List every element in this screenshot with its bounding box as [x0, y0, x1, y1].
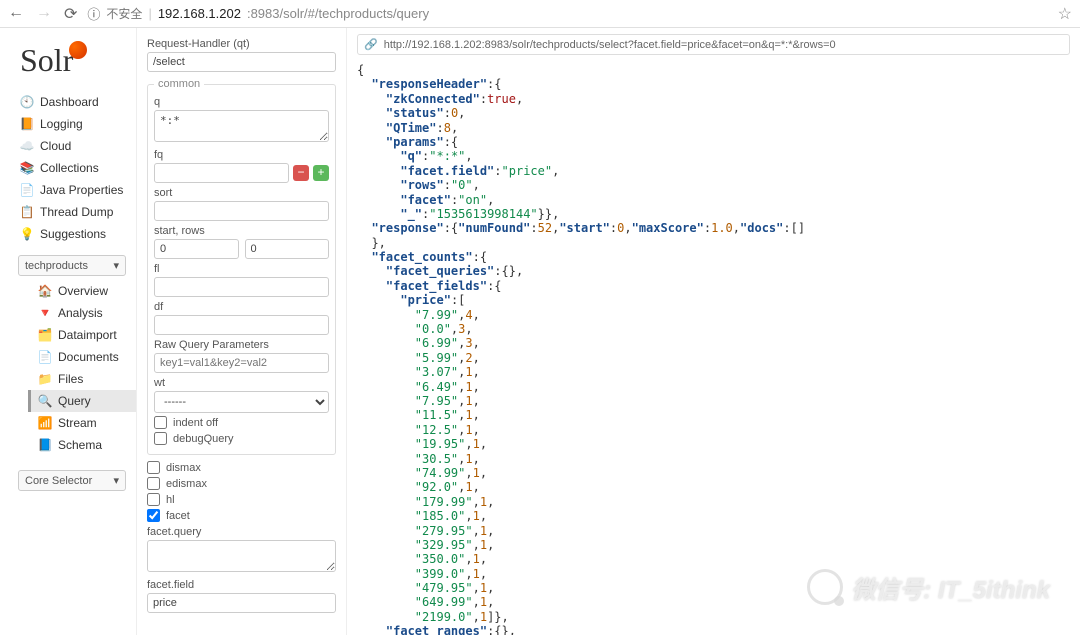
core-select[interactable]: techproducts ▾: [18, 255, 126, 276]
import-icon: 🗂️: [38, 328, 52, 342]
nav-thread-dump[interactable]: 📋Thread Dump: [0, 201, 136, 223]
wt-label: wt: [154, 377, 329, 389]
folder-icon: 📁: [38, 372, 52, 386]
sort-input[interactable]: [154, 201, 329, 221]
nav-logging[interactable]: 📙Logging: [0, 113, 136, 135]
info-icon: ⓘ: [87, 4, 100, 23]
schema-icon: 📘: [38, 438, 52, 452]
subnav-analysis[interactable]: 🔻Analysis: [28, 302, 136, 324]
debug-query-checkbox[interactable]: [154, 432, 167, 445]
add-fq-button[interactable]: +: [313, 165, 329, 181]
q-label: q: [154, 96, 329, 108]
raw-input[interactable]: [154, 353, 329, 373]
home-icon: 🏠: [38, 284, 52, 298]
search-icon: 🔍: [38, 394, 52, 408]
nav-dashboard[interactable]: 🕙Dashboard: [0, 91, 136, 113]
browser-bar: ← → ⟳ ⓘ 不安全 | 192.168.1.202:8983/solr/#/…: [0, 0, 1080, 28]
qt-input[interactable]: [147, 52, 336, 72]
subnav-stream[interactable]: 📶Stream: [28, 412, 136, 434]
json-output: { "responseHeader":{ "zkConnected":true,…: [357, 63, 1070, 635]
bulb-icon: 💡: [20, 227, 34, 241]
collections-icon: 📚: [20, 161, 34, 175]
logging-icon: 📙: [20, 117, 34, 131]
forward-icon[interactable]: →: [36, 4, 52, 24]
sidebar: Solr 🕙Dashboard 📙Logging ☁️Cloud 📚Collec…: [0, 28, 137, 635]
fl-input[interactable]: [154, 277, 329, 297]
wt-select[interactable]: ------: [154, 391, 329, 413]
back-icon[interactable]: ←: [8, 4, 24, 24]
facet-field-label: facet.field: [147, 579, 336, 591]
nav-suggestions[interactable]: 💡Suggestions: [0, 223, 136, 245]
stream-icon: 📶: [38, 416, 52, 430]
url-bar[interactable]: ⓘ 不安全 | 192.168.1.202:8983/solr/#/techpr…: [87, 4, 1047, 23]
fq-input[interactable]: [154, 163, 289, 183]
common-legend: common: [154, 78, 204, 90]
raw-label: Raw Query Parameters: [154, 339, 329, 351]
nav-cloud[interactable]: ☁️Cloud: [0, 135, 136, 157]
url-host: 192.168.1.202: [158, 6, 241, 21]
facet-query-input[interactable]: [147, 540, 336, 572]
query-form: Request-Handler (qt) common q *:* fq − +…: [137, 28, 347, 635]
df-input[interactable]: [154, 315, 329, 335]
cloud-icon: ☁️: [20, 139, 34, 153]
chevron-down-icon: ▾: [113, 259, 119, 272]
start-input[interactable]: [154, 239, 239, 259]
subnav-query[interactable]: 🔍Query: [28, 390, 136, 412]
doc-icon: 📄: [38, 350, 52, 364]
start-rows-label: start, rows: [154, 225, 329, 237]
subnav-overview[interactable]: 🏠Overview: [28, 280, 136, 302]
qt-label: Request-Handler (qt): [147, 38, 336, 50]
url-path: :8983/solr/#/techproducts/query: [247, 6, 429, 21]
sort-label: sort: [154, 187, 329, 199]
result-panel: 🔗 http://192.168.1.202:8983/solr/techpro…: [347, 28, 1080, 635]
fl-label: fl: [154, 263, 329, 275]
chevron-down-icon: ▾: [113, 474, 119, 487]
edismax-checkbox[interactable]: [147, 477, 160, 490]
link-icon: 🔗: [364, 38, 378, 51]
dismax-checkbox[interactable]: [147, 461, 160, 474]
indent-off-checkbox[interactable]: [154, 416, 167, 429]
star-icon[interactable]: ☆: [1058, 4, 1072, 24]
reload-icon[interactable]: ⟳: [64, 4, 77, 24]
facet-query-label: facet.query: [147, 526, 336, 538]
subnav-documents[interactable]: 📄Documents: [28, 346, 136, 368]
rows-input[interactable]: [245, 239, 330, 259]
result-url[interactable]: 🔗 http://192.168.1.202:8983/solr/techpro…: [357, 34, 1070, 55]
facet-field-input[interactable]: [147, 593, 336, 613]
solr-logo-icon: [69, 41, 87, 59]
java-icon: 📄: [20, 183, 34, 197]
subnav-dataimport[interactable]: 🗂️Dataimport: [28, 324, 136, 346]
thread-icon: 📋: [20, 205, 34, 219]
logo: Solr: [0, 36, 136, 91]
facet-checkbox[interactable]: [147, 509, 160, 522]
core-selector[interactable]: Core Selector ▾: [18, 470, 126, 491]
insecure-label: 不安全: [106, 5, 142, 22]
hl-checkbox[interactable]: [147, 493, 160, 506]
subnav-files[interactable]: 📁Files: [28, 368, 136, 390]
fq-label: fq: [154, 149, 329, 161]
nav-java-properties[interactable]: 📄Java Properties: [0, 179, 136, 201]
df-label: df: [154, 301, 329, 313]
q-input[interactable]: *:*: [154, 110, 329, 142]
funnel-icon: 🔻: [38, 306, 52, 320]
nav-collections[interactable]: 📚Collections: [0, 157, 136, 179]
subnav-schema[interactable]: 📘Schema: [28, 434, 136, 456]
remove-fq-button[interactable]: −: [293, 165, 309, 181]
dashboard-icon: 🕙: [20, 95, 34, 109]
